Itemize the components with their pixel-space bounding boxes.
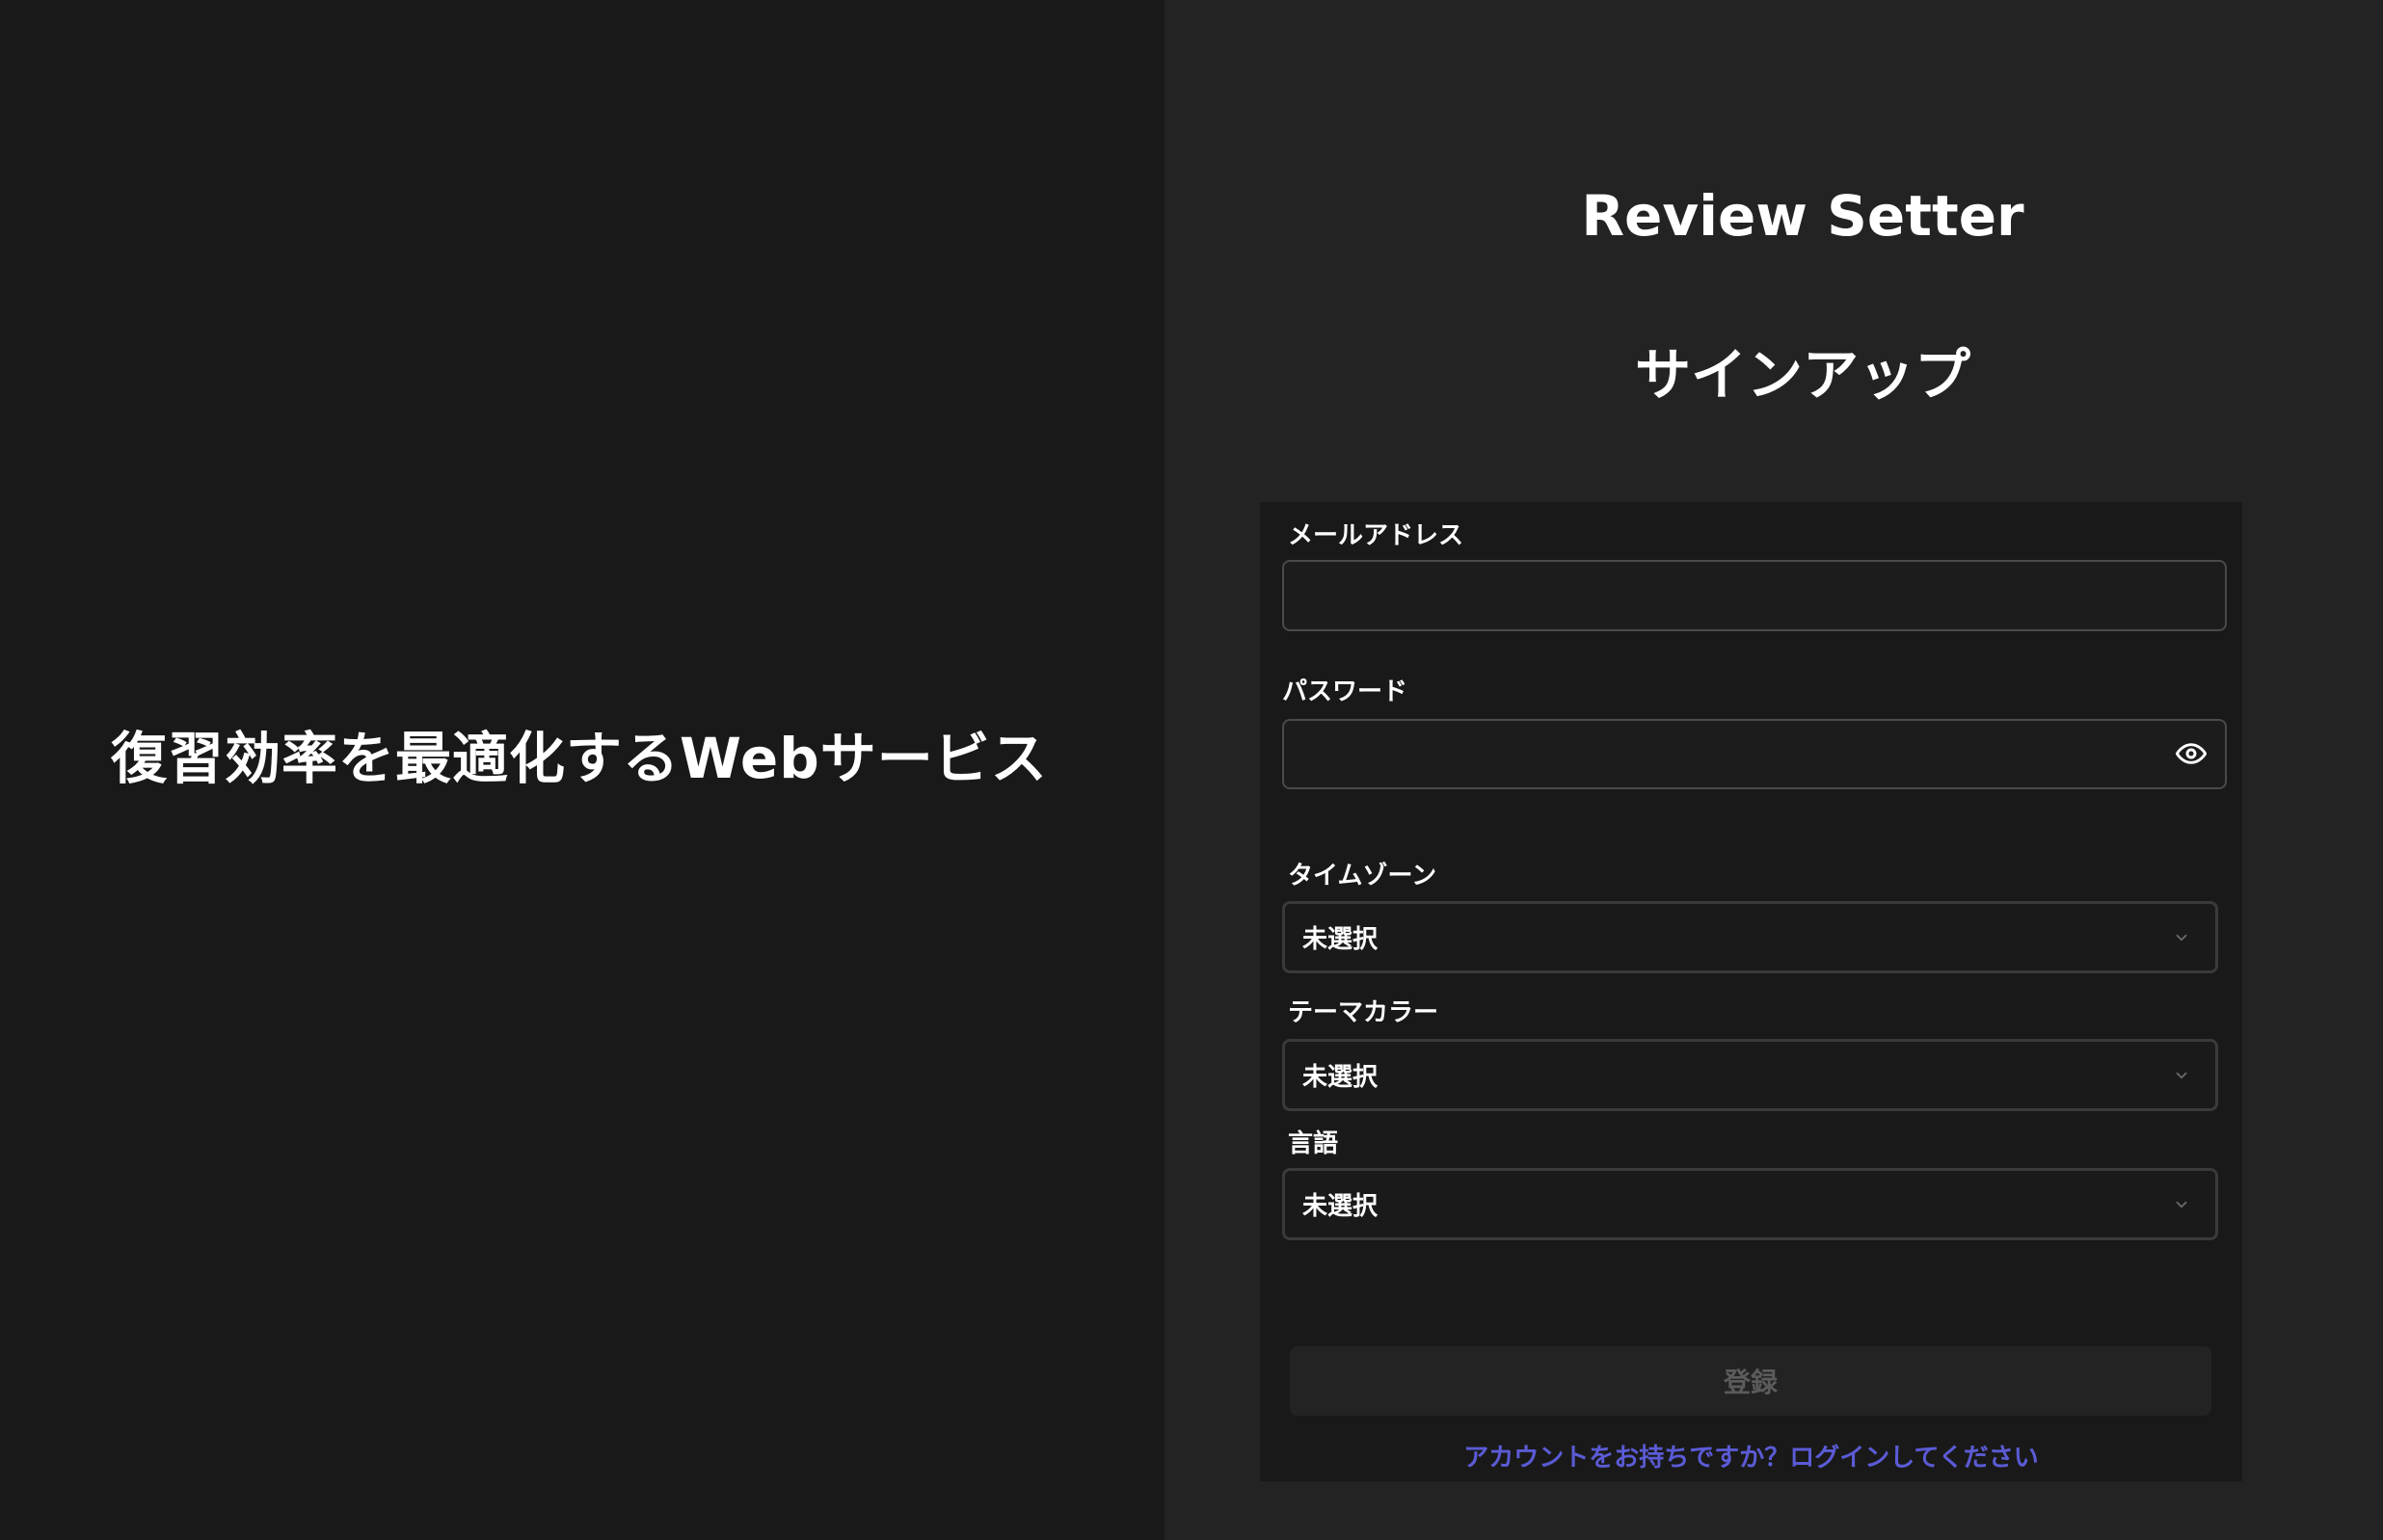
- app-title: Review Setter: [1581, 183, 2024, 249]
- left-panel: 復習効率を最適化するWebサービス: [0, 0, 1165, 1540]
- password-visibility-toggle[interactable]: [2172, 734, 2210, 773]
- login-link[interactable]: アカウントをお持ちですか？ログインしてください: [1260, 1438, 2242, 1474]
- language-label: 言語: [1288, 1129, 1339, 1158]
- timezone-selected-value: 未選択: [1302, 925, 1379, 954]
- theme-color-label: テーマカラー: [1288, 998, 1439, 1027]
- timezone-label: タイムゾーン: [1288, 862, 1437, 890]
- signup-form: メールアドレス パスワード タイムゾーン 未選択 テーマカラー 未選択 言語 未…: [1260, 502, 2242, 1481]
- register-button[interactable]: 登録: [1290, 1346, 2211, 1416]
- chevron-down-icon: [2165, 921, 2198, 954]
- email-label: メールアドレス: [1288, 521, 1464, 550]
- page-heading: サインアップ: [1634, 342, 1970, 408]
- language-selected-value: 未選択: [1302, 1192, 1379, 1221]
- chevron-down-icon: [2165, 1188, 2198, 1221]
- eye-icon: [2176, 743, 2207, 764]
- email-field[interactable]: [1282, 560, 2227, 631]
- right-panel: Review Setter サインアップ メールアドレス パスワード タイムゾー…: [1165, 0, 2383, 1540]
- theme-color-selected-value: 未選択: [1302, 1063, 1379, 1092]
- language-select[interactable]: 未選択: [1282, 1168, 2218, 1240]
- chevron-down-icon: [2165, 1059, 2198, 1092]
- password-field[interactable]: [1282, 719, 2227, 789]
- theme-color-select[interactable]: 未選択: [1282, 1039, 2218, 1111]
- tagline: 復習効率を最適化するWebサービス: [111, 726, 1048, 791]
- timezone-select[interactable]: 未選択: [1282, 901, 2218, 973]
- password-label: パスワード: [1282, 677, 1408, 706]
